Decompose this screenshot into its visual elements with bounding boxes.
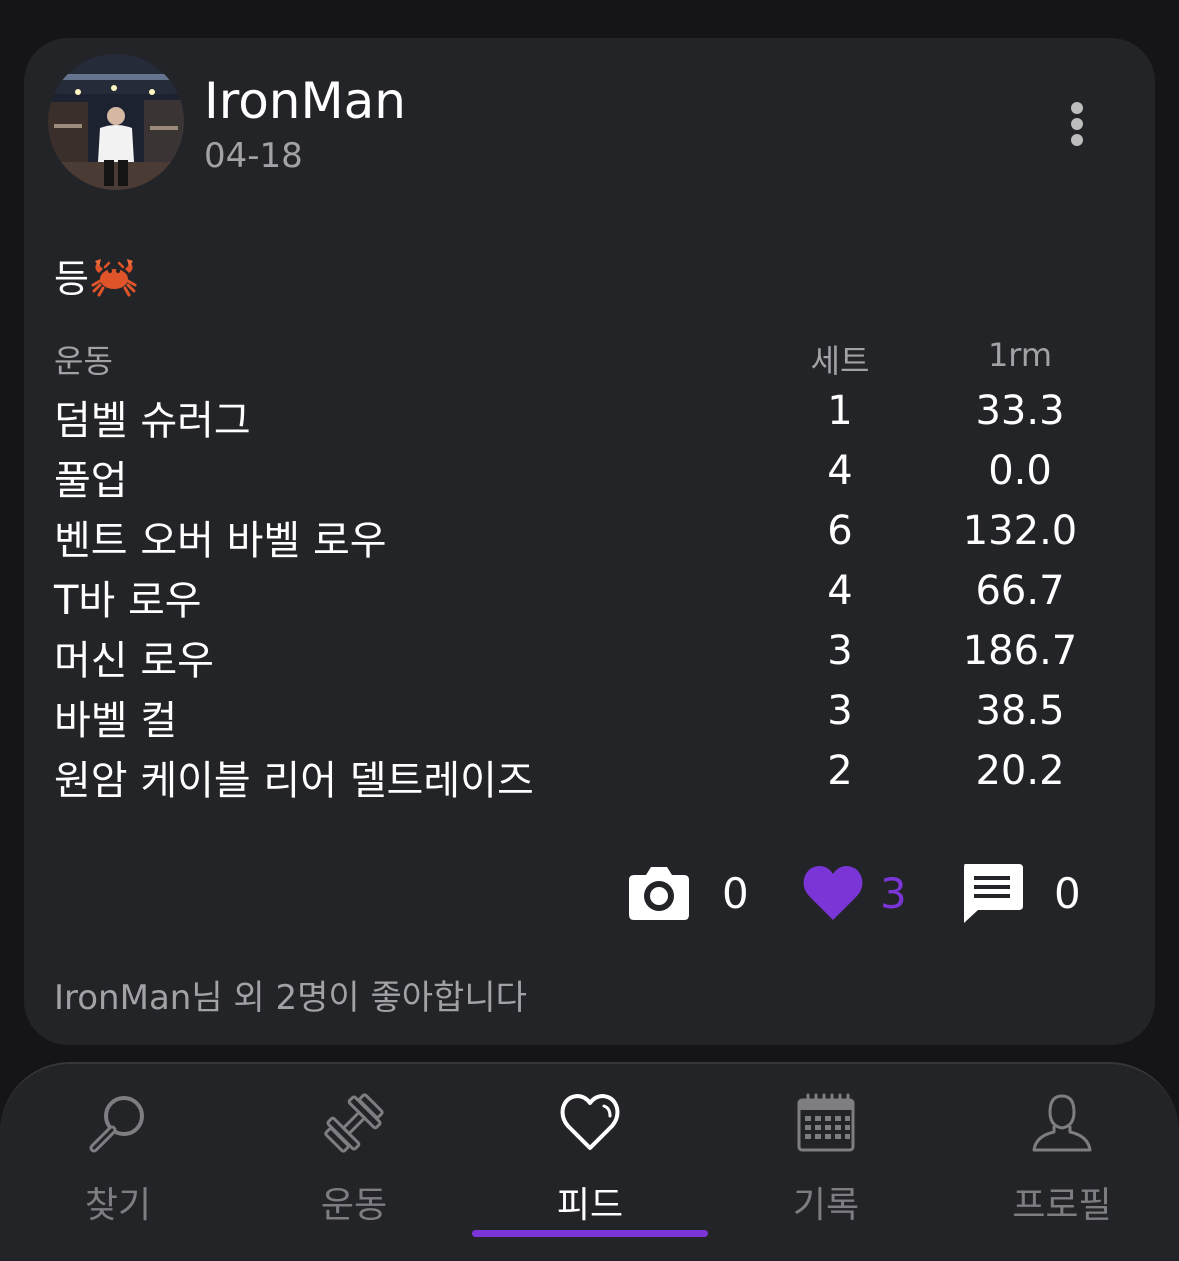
post-username[interactable]: IronMan xyxy=(204,72,406,130)
user-icon xyxy=(1032,1094,1092,1152)
exercise-1rm: 20.2 xyxy=(975,748,1065,794)
table-row: 머신 로우 3 186.7 xyxy=(24,628,1155,688)
photos-count: 0 xyxy=(722,868,749,918)
exercise-sets: 4 xyxy=(827,568,853,614)
photos-button[interactable]: 0 xyxy=(628,858,749,928)
post-title-text: 등 xyxy=(54,257,89,301)
heart-outline-icon xyxy=(560,1094,620,1150)
tab-feed-label: 피드 xyxy=(556,1185,624,1226)
tab-search[interactable]: 찾기 xyxy=(18,1084,218,1244)
exercise-1rm: 186.7 xyxy=(962,628,1078,674)
dumbbell-icon xyxy=(324,1093,384,1153)
crab-icon xyxy=(91,258,137,296)
exercise-sets: 6 xyxy=(827,508,853,554)
tab-workout-label: 운동 xyxy=(320,1185,388,1226)
exercise-name: 벤트 오버 바벨 로우 xyxy=(54,518,387,564)
tab-feed[interactable]: 피드 xyxy=(490,1084,690,1244)
post-date: 04-18 xyxy=(204,136,303,176)
tab-workout[interactable]: 운동 xyxy=(254,1084,454,1244)
exercise-name: 풀업 xyxy=(54,458,128,504)
camera-icon xyxy=(629,867,689,920)
tab-profile-label: 프로필 xyxy=(1012,1185,1112,1226)
exercise-1rm: 38.5 xyxy=(975,688,1065,734)
avatar[interactable] xyxy=(48,54,184,190)
table-row: 원암 케이블 리어 델트레이즈 2 20.2 xyxy=(24,748,1155,808)
exercise-1rm: 33.3 xyxy=(975,388,1065,434)
tab-profile[interactable]: 프로필 xyxy=(962,1084,1162,1244)
feed-post-card: IronMan 04-18 등 운동 세트 1rm 덤벨 슈러그 1 33.3 … xyxy=(24,38,1155,1045)
exercise-name: 덤벨 슈러그 xyxy=(54,398,251,444)
heart-filled-icon xyxy=(803,866,863,920)
header-1rm: 1rm xyxy=(987,336,1053,374)
table-row: 벤트 오버 바벨 로우 6 132.0 xyxy=(24,508,1155,568)
exercise-sets: 1 xyxy=(827,388,853,434)
table-row: 풀업 4 0.0 xyxy=(24,448,1155,508)
exercise-1rm: 132.0 xyxy=(962,508,1078,554)
like-button[interactable]: 3 xyxy=(802,858,907,928)
exercise-sets: 4 xyxy=(827,448,853,494)
exercise-name: 바벨 컬 xyxy=(54,698,178,744)
more-dot xyxy=(1071,118,1083,130)
more-dot xyxy=(1071,134,1083,146)
table-row: 바벨 컬 3 38.5 xyxy=(24,688,1155,748)
tab-records-label: 기록 xyxy=(792,1185,860,1226)
likes-count: 3 xyxy=(880,868,907,918)
more-vertical-icon xyxy=(1071,102,1083,114)
active-tab-indicator xyxy=(472,1230,708,1237)
avatar-photo xyxy=(48,54,184,190)
table-row: T바 로우 4 66.7 xyxy=(24,568,1155,628)
exercise-1rm: 0.0 xyxy=(988,448,1052,494)
exercise-name: 머신 로우 xyxy=(54,638,214,684)
header-exercise: 운동 xyxy=(54,342,113,380)
comments-count: 0 xyxy=(1054,868,1081,918)
comment-button[interactable]: 0 xyxy=(960,858,1081,928)
exercise-sets: 2 xyxy=(827,748,853,794)
post-title: 등 xyxy=(54,248,137,303)
exercise-1rm: 66.7 xyxy=(975,568,1065,614)
tab-search-label: 찾기 xyxy=(84,1185,152,1226)
exercise-sets: 3 xyxy=(827,688,853,734)
exercise-name: 원암 케이블 리어 델트레이즈 xyxy=(54,758,534,804)
exercise-name: T바 로우 xyxy=(54,578,202,624)
more-options-button[interactable] xyxy=(1060,98,1094,148)
exercise-sets: 3 xyxy=(827,628,853,674)
tab-records[interactable]: 기록 xyxy=(726,1084,926,1244)
likes-summary[interactable]: IronMan님 외 2명이 좋아합니다 xyxy=(54,970,527,1019)
table-row: 덤벨 슈러그 1 33.3 xyxy=(24,388,1155,448)
comment-icon xyxy=(964,864,1023,923)
header-sets: 세트 xyxy=(810,342,870,380)
calendar-icon xyxy=(797,1093,855,1152)
search-icon xyxy=(89,1096,144,1153)
